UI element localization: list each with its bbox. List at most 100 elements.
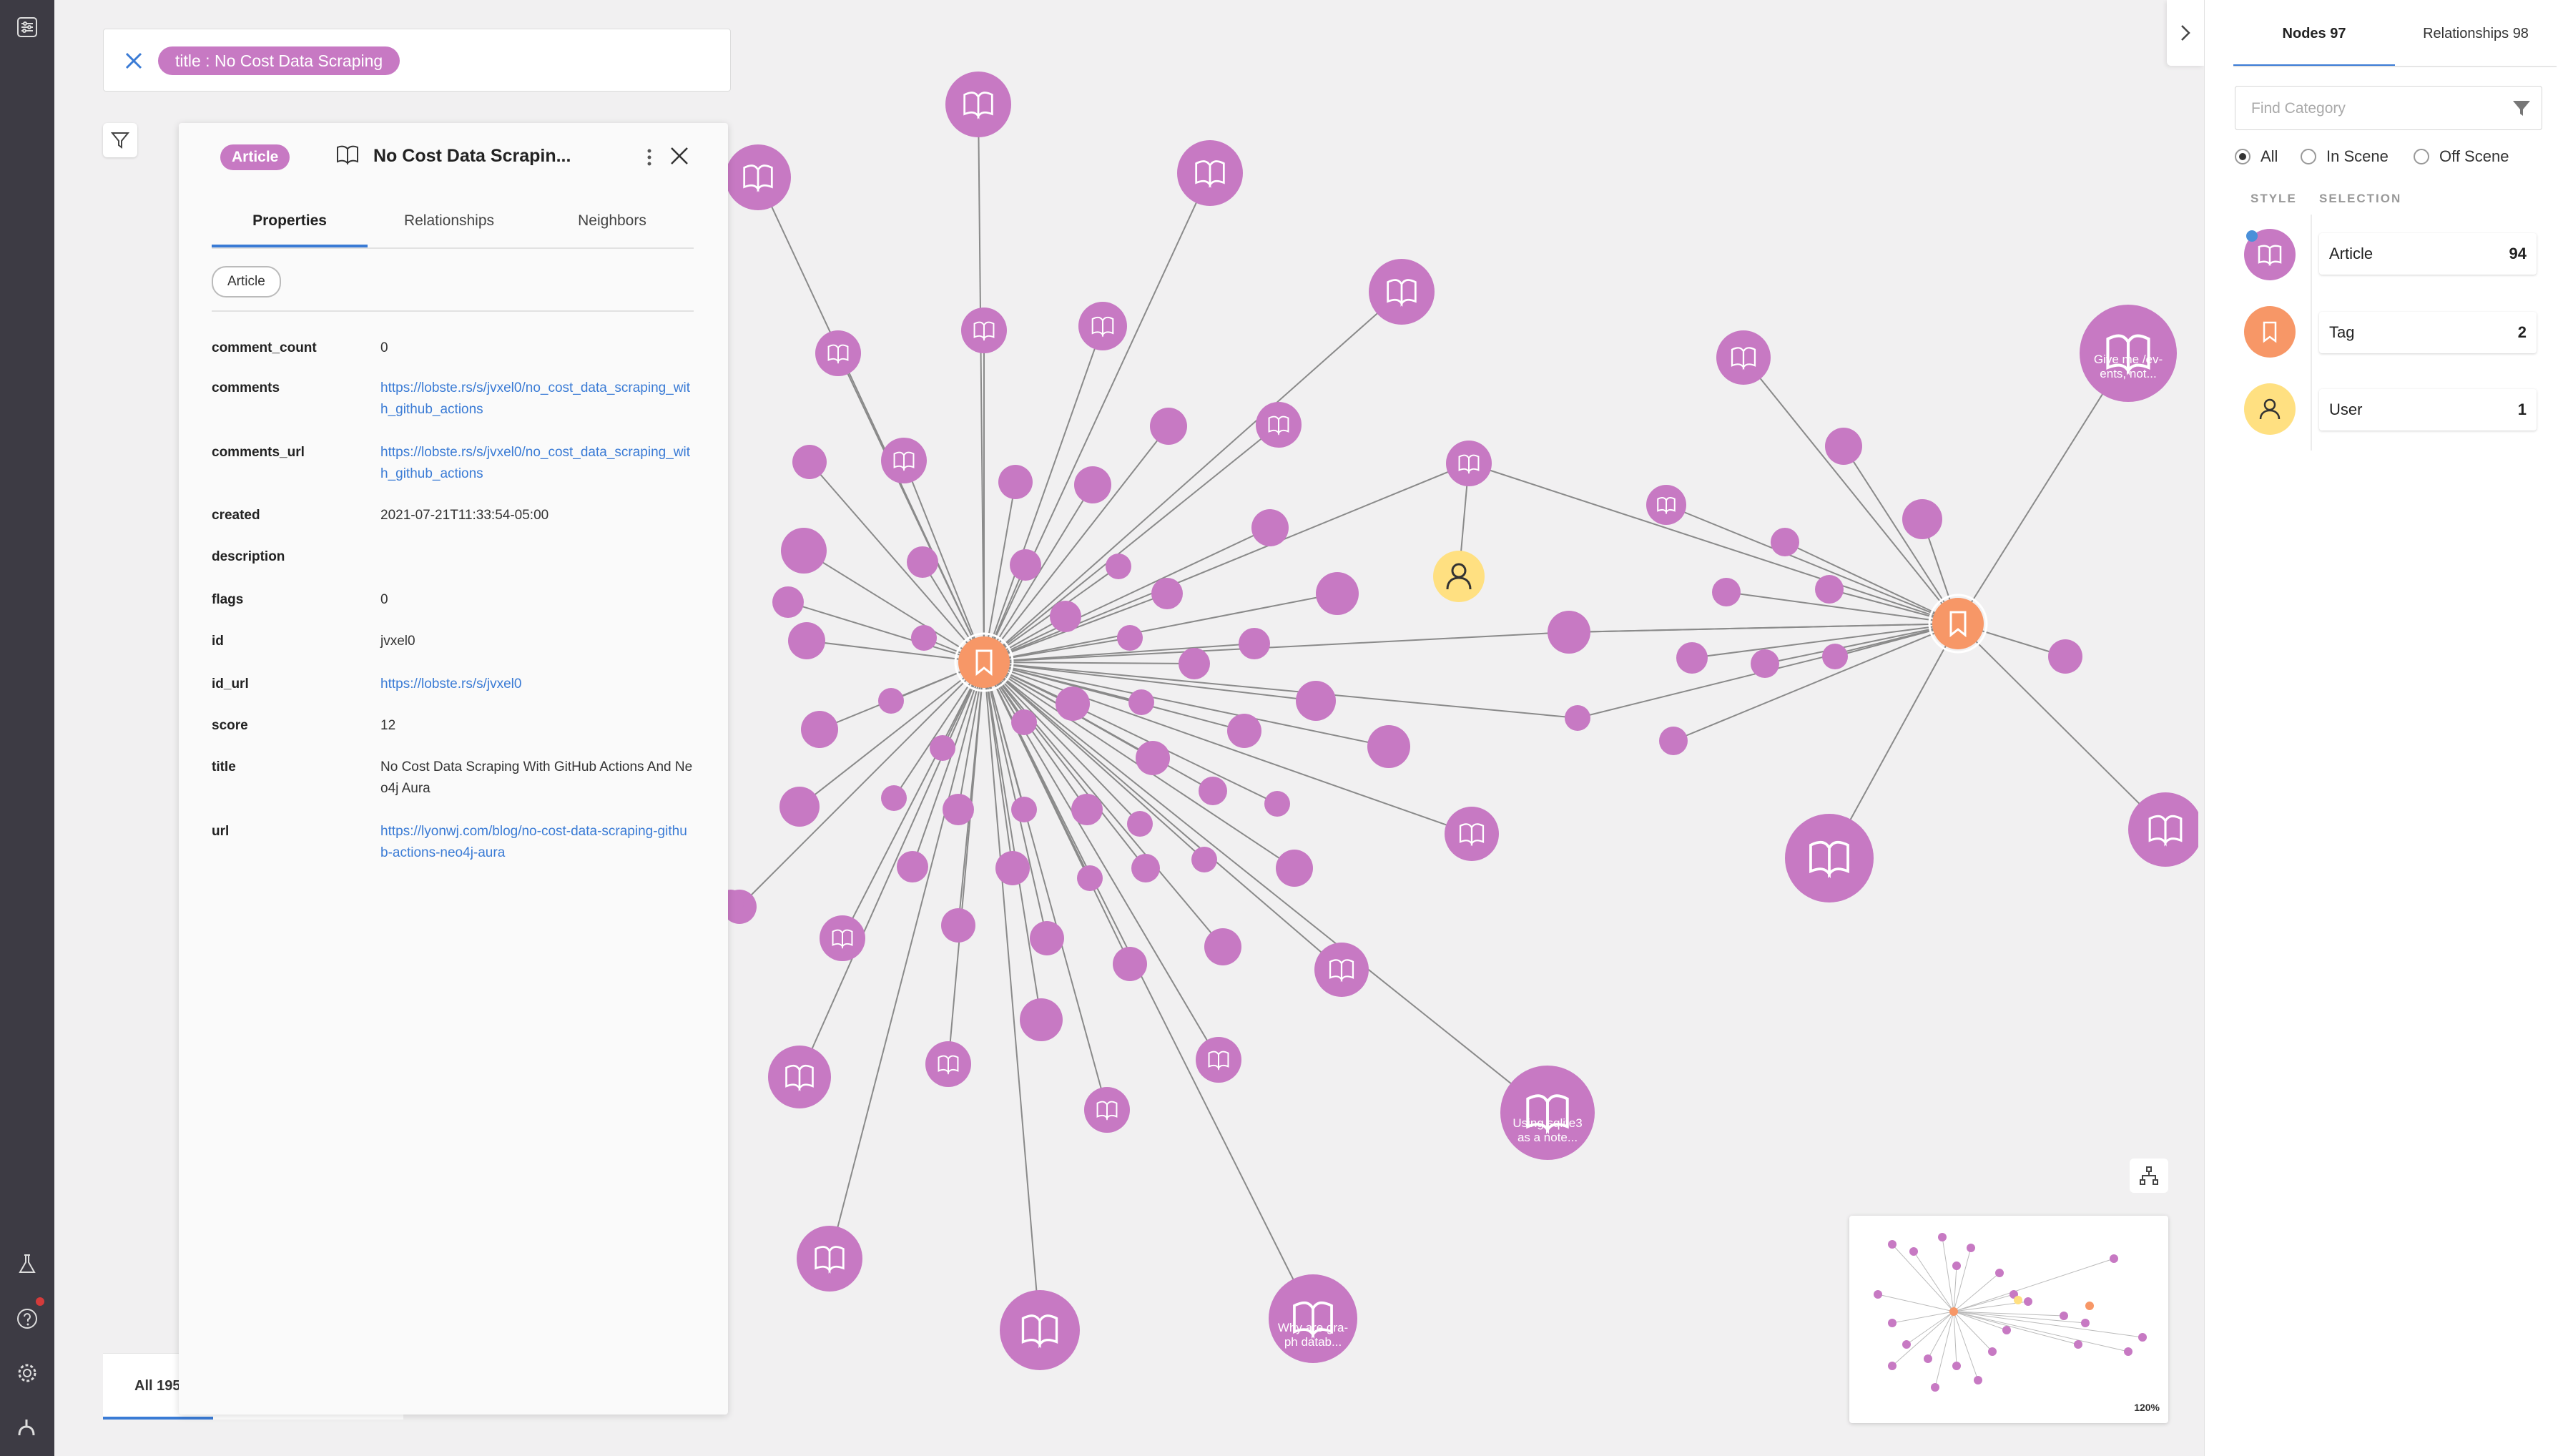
article-node[interactable] bbox=[1071, 794, 1103, 825]
article-node[interactable] bbox=[1113, 947, 1147, 981]
article-node[interactable] bbox=[998, 465, 1033, 499]
article-node[interactable] bbox=[1077, 865, 1103, 891]
property-link[interactable]: https://lobste.rs/s/jvxel0 bbox=[380, 674, 694, 695]
article-node[interactable] bbox=[1128, 689, 1154, 715]
article-node[interactable] bbox=[1150, 408, 1187, 445]
article-node[interactable] bbox=[1316, 572, 1359, 615]
user-style-swatch[interactable] bbox=[2244, 383, 2296, 435]
article-node[interactable] bbox=[1050, 601, 1081, 632]
article-node[interactable] bbox=[1011, 797, 1037, 822]
article-node[interactable] bbox=[1239, 628, 1270, 659]
article-node[interactable] bbox=[1191, 847, 1217, 872]
hierarchy-layout-button[interactable] bbox=[2130, 1159, 2168, 1193]
article-node[interactable] bbox=[1000, 1290, 1080, 1370]
article-node[interactable] bbox=[820, 915, 865, 961]
tab-neighbors[interactable]: Neighbors bbox=[531, 195, 694, 247]
article-node[interactable] bbox=[1227, 714, 1261, 748]
article-node[interactable] bbox=[1264, 791, 1290, 817]
article-node[interactable] bbox=[1177, 140, 1243, 206]
article-node[interactable] bbox=[1136, 741, 1170, 775]
article-node[interactable] bbox=[1084, 1087, 1130, 1133]
article-node[interactable] bbox=[1106, 554, 1131, 579]
article-node[interactable] bbox=[1659, 727, 1688, 755]
article-node[interactable] bbox=[1446, 441, 1492, 486]
article-node[interactable] bbox=[2048, 639, 2082, 674]
clear-search-icon[interactable] bbox=[119, 46, 148, 75]
article-node[interactable] bbox=[1074, 466, 1111, 503]
article-node[interactable] bbox=[815, 330, 861, 376]
bloom-logo-icon[interactable] bbox=[11, 1412, 43, 1443]
article-node[interactable] bbox=[930, 735, 955, 761]
article-node[interactable] bbox=[1127, 811, 1153, 837]
article-node[interactable] bbox=[1902, 499, 1942, 539]
article-node[interactable] bbox=[1030, 921, 1064, 955]
more-options-icon[interactable] bbox=[639, 144, 659, 170]
tag-style-swatch[interactable] bbox=[2244, 306, 2296, 358]
article-node[interactable] bbox=[1117, 625, 1143, 651]
filter-button[interactable] bbox=[103, 123, 137, 157]
article-node[interactable] bbox=[1011, 709, 1037, 735]
tab-relationships[interactable]: Relationships bbox=[368, 195, 531, 247]
article-node[interactable] bbox=[1815, 575, 1844, 604]
tab-relationships-count[interactable]: Relationships 98 bbox=[2395, 0, 2557, 67]
article-node[interactable] bbox=[941, 908, 975, 943]
article-node[interactable] bbox=[1676, 642, 1708, 674]
property-link[interactable]: https://lobste.rs/s/jvxel0/no_cost_data_… bbox=[380, 378, 694, 420]
tab-nodes[interactable]: Nodes 97 bbox=[2233, 0, 2395, 67]
article-node[interactable] bbox=[1771, 528, 1799, 556]
radio-off-scene[interactable]: Off Scene bbox=[2414, 144, 2509, 169]
article-node[interactable] bbox=[768, 1046, 831, 1108]
article-node[interactable] bbox=[1716, 330, 1771, 385]
article-node[interactable] bbox=[1256, 402, 1302, 448]
article-node[interactable] bbox=[945, 72, 1011, 137]
tag-node[interactable] bbox=[954, 632, 1014, 692]
article-node[interactable] bbox=[1199, 777, 1227, 805]
minimap[interactable]: 120% bbox=[1849, 1216, 2168, 1423]
radio-all[interactable]: All bbox=[2235, 144, 2278, 169]
label-chip[interactable]: Article bbox=[212, 266, 281, 297]
search-bar[interactable]: title : No Cost Data Scraping bbox=[103, 29, 731, 92]
article-node[interactable] bbox=[788, 622, 825, 659]
article-node[interactable] bbox=[779, 787, 820, 827]
category-row-tag[interactable]: Tag 2 bbox=[2319, 312, 2537, 353]
property-link[interactable]: https://lobste.rs/s/jvxel0/no_cost_data_… bbox=[380, 442, 694, 485]
article-node[interactable] bbox=[1251, 509, 1289, 546]
article-node[interactable] bbox=[1196, 1037, 1241, 1083]
flask-icon[interactable] bbox=[11, 1249, 43, 1280]
category-row-article[interactable]: Article 94 bbox=[2319, 233, 2537, 275]
settings-panel-icon[interactable] bbox=[11, 11, 43, 43]
article-node[interactable] bbox=[1131, 854, 1160, 882]
article-node[interactable] bbox=[961, 308, 1007, 353]
article-node[interactable] bbox=[801, 711, 838, 748]
article-node[interactable] bbox=[1445, 807, 1499, 861]
find-category-input[interactable] bbox=[2250, 94, 2496, 124]
article-node[interactable] bbox=[1296, 681, 1336, 721]
article-node[interactable] bbox=[1825, 428, 1862, 465]
article-node[interactable] bbox=[1785, 814, 1874, 902]
tab-properties[interactable]: Properties bbox=[212, 195, 368, 247]
article-node[interactable] bbox=[1056, 687, 1090, 721]
article-node[interactable] bbox=[1751, 649, 1779, 678]
article-node[interactable] bbox=[1565, 705, 1590, 731]
radio-in-scene[interactable]: In Scene bbox=[2301, 144, 2389, 169]
article-node[interactable] bbox=[772, 586, 804, 618]
article-node[interactable] bbox=[725, 144, 791, 210]
category-row-user[interactable]: User 1 bbox=[2319, 389, 2537, 431]
article-node[interactable] bbox=[1020, 998, 1063, 1041]
article-node[interactable] bbox=[1010, 549, 1041, 581]
article-node[interactable] bbox=[1179, 648, 1210, 679]
article-node[interactable] bbox=[943, 794, 974, 825]
article-node[interactable] bbox=[1269, 1274, 1357, 1363]
article-node[interactable] bbox=[878, 688, 904, 714]
property-link[interactable]: https://lyonwj.com/blog/no-cost-data-scr… bbox=[380, 821, 694, 864]
article-node[interactable] bbox=[1151, 578, 1183, 609]
article-node[interactable] bbox=[1369, 259, 1435, 325]
collapse-sidebar-button[interactable] bbox=[2167, 0, 2204, 66]
article-node[interactable] bbox=[1646, 485, 1686, 525]
user-node[interactable] bbox=[1433, 551, 1485, 602]
article-node[interactable] bbox=[897, 851, 928, 882]
article-node[interactable] bbox=[1548, 611, 1590, 654]
close-icon[interactable] bbox=[665, 142, 694, 170]
article-node[interactable] bbox=[911, 625, 937, 651]
help-icon[interactable] bbox=[11, 1303, 43, 1334]
